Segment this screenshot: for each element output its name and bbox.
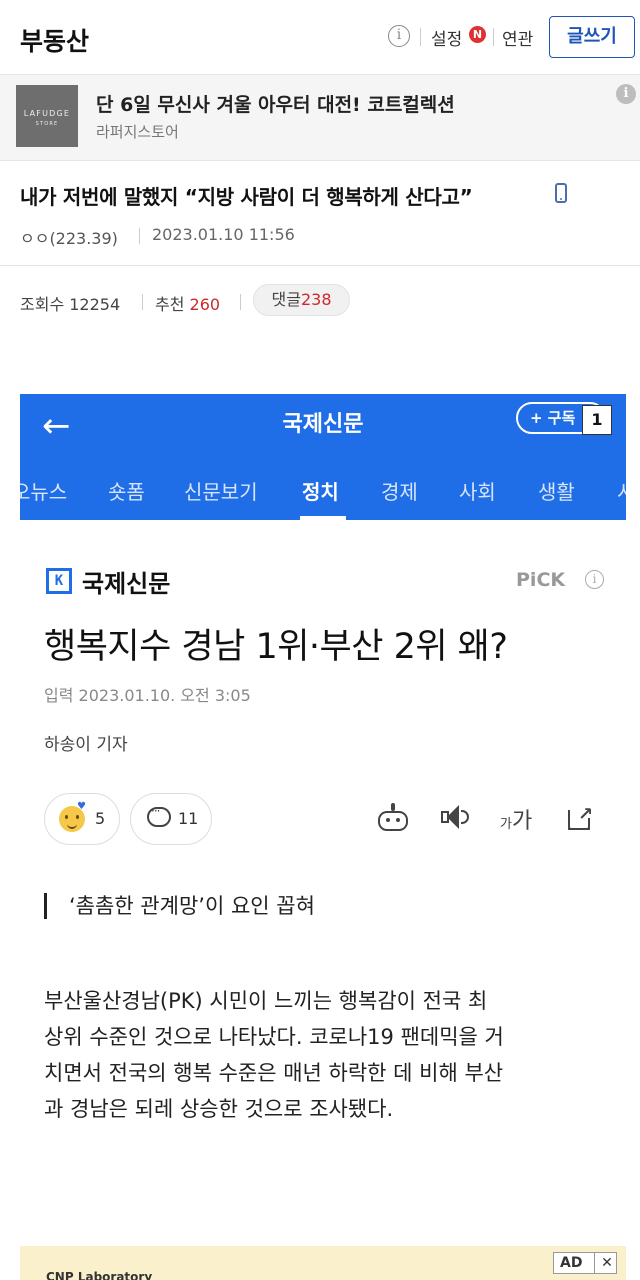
- mobile-icon: [555, 183, 567, 203]
- share-icon: ↗: [568, 804, 598, 830]
- pick-info-icon: i: [585, 570, 604, 589]
- related-link[interactable]: 연관: [502, 25, 533, 50]
- section-divider: [0, 265, 640, 266]
- ad-info-icon[interactable]: i: [616, 84, 636, 104]
- comments-label: 댓글: [271, 290, 301, 309]
- press-logo-icon: K: [46, 568, 72, 594]
- recommend-label: 추천: [155, 295, 185, 314]
- promo-thumbnail: LAFUDGE STORE: [16, 85, 78, 147]
- close-icon[interactable]: ✕: [594, 1253, 619, 1273]
- font-small-glyph: 가: [500, 817, 512, 832]
- post-date: 2023.01.10 11:56: [152, 225, 295, 244]
- divider: [139, 228, 140, 244]
- tab-life: 생활: [538, 480, 575, 504]
- pick-label: PiCK: [516, 569, 566, 591]
- article-body: 부산울산경남(PK) 시민이 느끼는 행복감이 전국 최 상위 수준인 것으로 …: [44, 983, 604, 1127]
- article-input-date: 입력 2023.01.10. 오전 3:05: [44, 686, 251, 705]
- font-size-icon: 가가: [500, 803, 532, 835]
- post-title: 내가 저번에 말했지 “지방 사람이 더 행복하게 산다고”: [20, 185, 473, 209]
- article-headline: 행복지수 경남 1위·부산 2위 왜?: [44, 627, 508, 667]
- tab-society: 사회: [459, 480, 496, 504]
- speaker-icon: [441, 805, 471, 831]
- promo-title[interactable]: 단 6일 무신사 겨울 아우터 대전! 코트컬렉션: [96, 90, 455, 117]
- body-line: 과 경남은 되레 상승한 것으로 조사됐다.: [44, 1097, 394, 1121]
- tab-shortform: 숏폼: [108, 480, 145, 504]
- font-big-glyph: 가: [511, 809, 533, 834]
- divider: [420, 28, 421, 46]
- new-badge: N: [469, 26, 486, 43]
- number-badge: 1: [582, 405, 612, 435]
- article-subheading: ‘촘촘한 관계망’이 요인 꼽혀: [44, 893, 315, 919]
- promo-thumb-text: LAFUDGE: [23, 109, 71, 118]
- recommend-stat: 추천 260: [155, 291, 220, 315]
- promo-banner[interactable]: LAFUDGE STORE 단 6일 무신사 겨울 아우터 대전! 코트컬렉션 …: [0, 75, 640, 161]
- tab-politics: 정치: [302, 480, 339, 504]
- top-header: 부동산 i 설정 N 연관 글쓰기: [0, 0, 640, 75]
- tab-newspaper: 신문보기: [184, 480, 258, 504]
- ad-badge[interactable]: AD ✕: [553, 1252, 617, 1274]
- divider: [240, 294, 241, 310]
- body-line: 치면서 전국의 행복 수준은 매년 하락한 데 비해 부산: [44, 1061, 504, 1085]
- reaction-count: 5: [95, 809, 106, 828]
- robot-summary-icon: [376, 803, 410, 831]
- article-reporter: 하송이 기자: [44, 735, 128, 755]
- embedded-article: K 국제신문 PiCK i 행복지수 경남 1위·부산 2위 왜? 입력 202…: [20, 520, 626, 860]
- tab-economy: 경제: [381, 480, 418, 504]
- ad-brand: CNP Laboratory: [46, 1270, 153, 1280]
- comments-count: 238: [300, 290, 332, 309]
- comments-button[interactable]: 댓글238: [253, 284, 350, 316]
- recommend-count: 260: [189, 295, 221, 314]
- comment-count: 11: [178, 809, 199, 828]
- body-line: 상위 수준인 것으로 나타났다. 코로나19 팬데믹을 거: [44, 1025, 504, 1049]
- tab-overflow: 시: [617, 476, 626, 505]
- settings-link[interactable]: 설정: [431, 25, 462, 50]
- post-author[interactable]: ㅇㅇ(223.39): [20, 225, 118, 249]
- reaction-pill: ♥ 5: [44, 793, 120, 845]
- comment-pill: 11: [130, 793, 212, 845]
- info-icon[interactable]: i: [388, 25, 410, 47]
- embedded-news-app-bar: ← 국제신문 + 구독 1 오뉴스 숏폼 신문보기 정치 경제 사회 생활 시: [20, 394, 626, 520]
- ad-label: AD: [560, 1255, 583, 1271]
- write-button[interactable]: 글쓰기: [549, 16, 635, 58]
- board-title[interactable]: 부동산: [20, 22, 89, 58]
- speech-bubble-icon: [147, 804, 171, 827]
- divider: [493, 28, 494, 46]
- tab-news: 오뉴스: [20, 480, 68, 504]
- view-count: 조회수 12254: [20, 295, 121, 314]
- press-name: 국제신문: [82, 570, 171, 598]
- bottom-ad-banner[interactable]: CNP Laboratory AD ✕: [20, 1246, 626, 1280]
- heart-icon: ♥: [77, 801, 86, 812]
- body-line: 부산울산경남(PK) 시민이 느끼는 행복감이 전국 최: [44, 989, 488, 1013]
- divider: [142, 294, 143, 310]
- promo-thumb-subtext: STORE: [35, 121, 59, 127]
- promo-advertiser: 라퍼지스토어: [96, 123, 179, 141]
